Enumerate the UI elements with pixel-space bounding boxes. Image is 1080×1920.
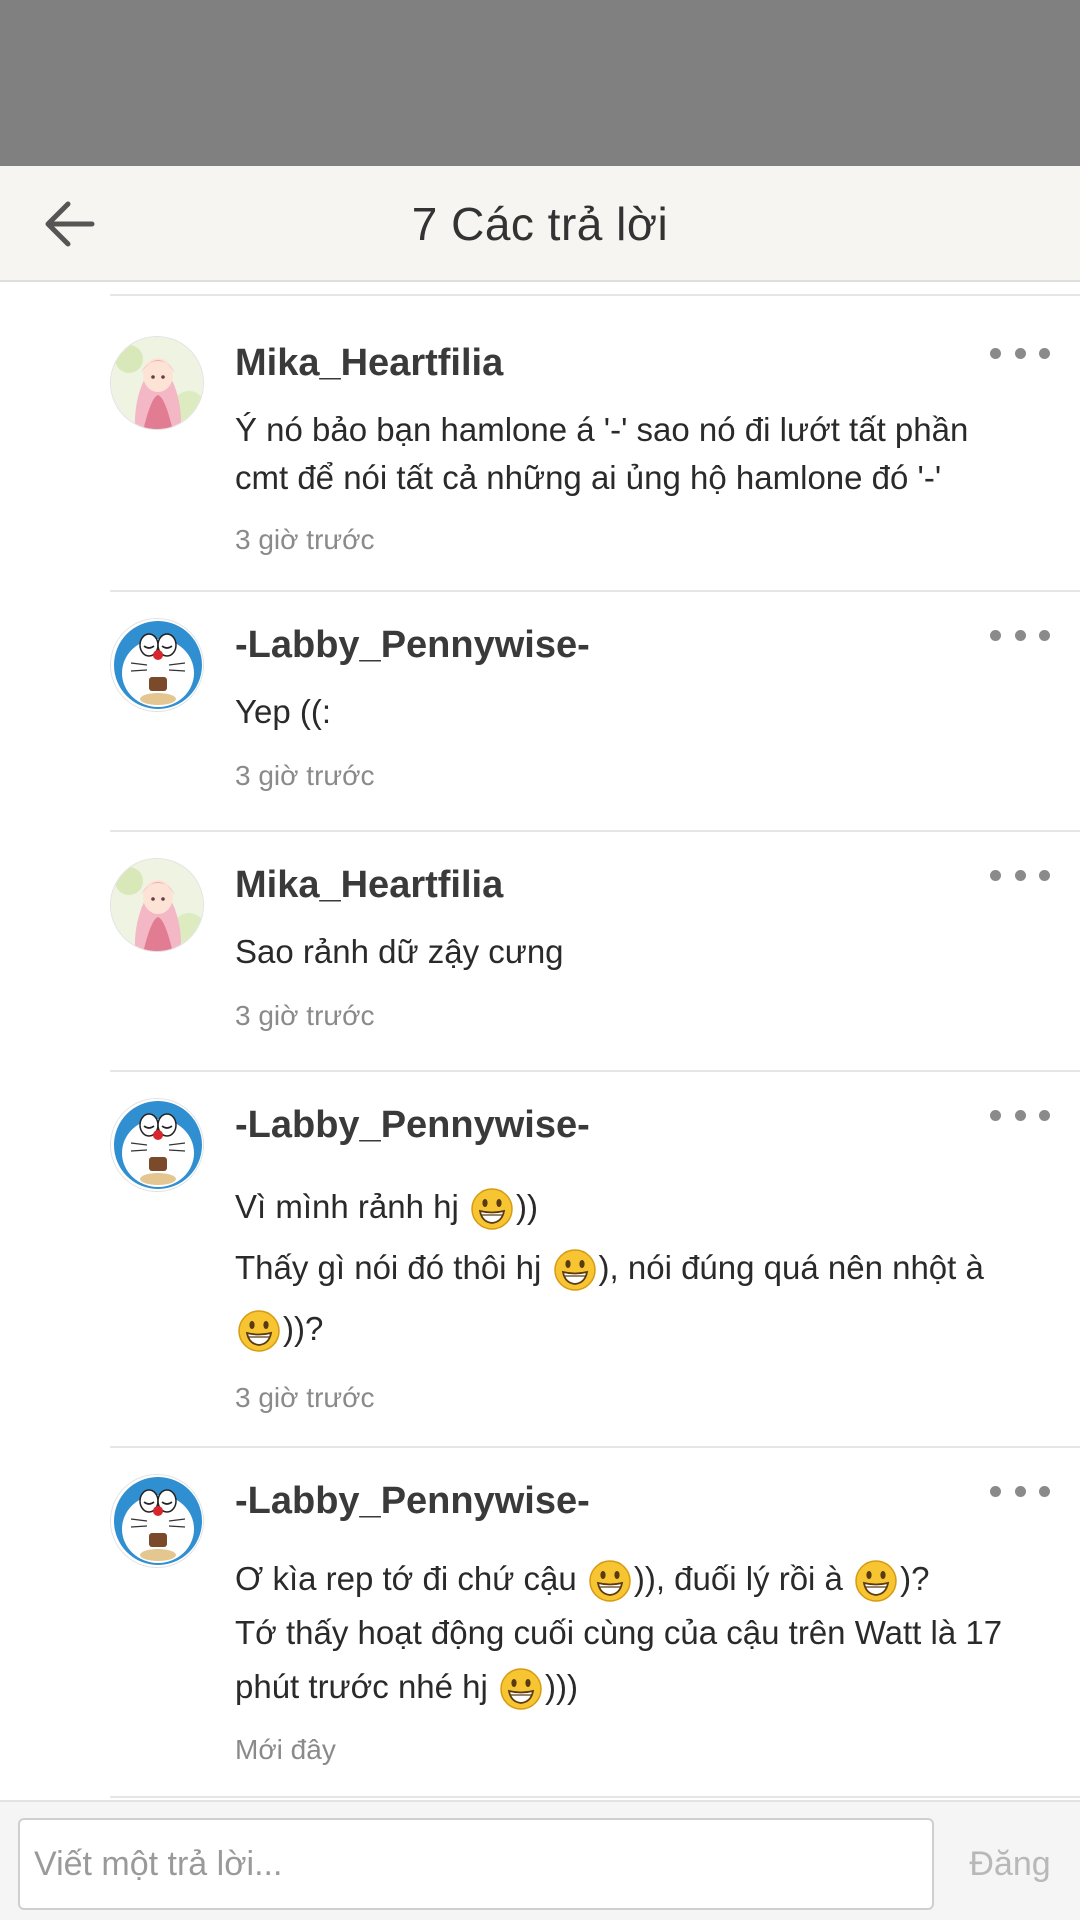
grinning-face-emoji (471, 1188, 513, 1231)
avatar[interactable] (110, 618, 204, 712)
more-options-button[interactable] (990, 338, 1050, 368)
comment-text-segment: Sao rảnh dữ zậy cưng (235, 933, 564, 970)
comment-text-segment: )) (515, 1188, 538, 1225)
comment-text-segment: Ý nó bảo bạn hamlone á '-' sao nó đi lướ… (235, 411, 969, 448)
divider (110, 1796, 1080, 1798)
comment-text-segment: Vì mình rảnh hj (235, 1188, 468, 1225)
comment-text-segment: )? (900, 1560, 930, 1597)
comment-list[interactable]: Mika_Heartfilia Ý nó bảo bạn hamlone á '-… (0, 284, 1080, 1798)
status-bar (0, 0, 1080, 166)
comment-username[interactable]: Mika_Heartfilia (235, 342, 503, 385)
comment-text-segment: Thấy gì nói đó thôi hj (235, 1249, 551, 1286)
comment-username[interactable]: -Labby_Pennywise- (235, 1480, 590, 1523)
comment-timestamp: 3 giờ trước (235, 524, 375, 555)
comment-item: Mika_Heartfilia Ý nó bảo bạn hamlone á '-… (0, 296, 1080, 592)
post-button[interactable]: Đăng (955, 1818, 1065, 1910)
comment-timestamp: 3 giờ trước (235, 760, 375, 791)
comment-timestamp: Mới đây (235, 1734, 336, 1765)
comment-text: Ý nó bảo bạn hamlone á '-' sao nó đi lướ… (235, 406, 1035, 502)
reply-input[interactable] (18, 1818, 934, 1910)
grinning-face-emoji (500, 1668, 542, 1711)
comment-item: -Labby_Pennywise- Yep ((: 3 giờ trước (0, 592, 1080, 832)
comment-text-segment: Ơ kìa rep tớ đi chứ cậu (235, 1560, 586, 1597)
comment-username[interactable]: -Labby_Pennywise- (235, 624, 590, 667)
more-options-button[interactable] (990, 620, 1050, 650)
more-options-button[interactable] (990, 1476, 1050, 1506)
avatar[interactable] (110, 1098, 204, 1192)
comment-text-segment: ), nói đúng quá nên nhột à (598, 1249, 984, 1286)
comment-username[interactable]: Mika_Heartfilia (235, 864, 503, 907)
comment-text: Sao rảnh dữ zậy cưng (235, 928, 1035, 976)
comment-username[interactable]: -Labby_Pennywise- (235, 1104, 590, 1147)
grinning-face-emoji (553, 1249, 596, 1292)
more-options-button[interactable] (990, 860, 1050, 890)
grinning-face-emoji (855, 1560, 897, 1603)
comment-text-segment: phút trước nhé hj (235, 1668, 498, 1705)
avatar[interactable] (110, 858, 204, 952)
more-options-button[interactable] (990, 1100, 1050, 1130)
comment-text: Vì mình rảnh hj )) Thấy gì nói đó thôi hj… (235, 1176, 1035, 1359)
comment-text: Ơ kìa rep tớ đi chứ cậu )), đuối lý rồi … (235, 1552, 1035, 1714)
avatar[interactable] (110, 1474, 204, 1568)
reply-bar: Đăng (0, 1800, 1080, 1920)
comment-text-segment: ))? (283, 1310, 324, 1347)
more-dots-icon (990, 629, 1050, 641)
avatar[interactable] (110, 336, 204, 430)
comment-text-segment: ))) (545, 1668, 579, 1705)
grinning-face-emoji (238, 1310, 280, 1353)
more-dots-icon (990, 869, 1050, 881)
more-dots-icon (990, 1485, 1050, 1497)
header-bar: 7 Các trả lời (0, 166, 1080, 282)
comment-item: -Labby_Pennywise- Vì mình rảnh hj )) Thấy … (0, 1072, 1080, 1448)
comment-text: Yep ((: (235, 688, 1035, 736)
comment-text-segment: cmt để nói tất cả những ai ủng hộ hamlon… (235, 459, 942, 496)
comment-text-segment: )), đuối lý rồi à (633, 1560, 853, 1597)
comment-text-segment: Tớ thấy hoạt động cuối cùng của cậu trên… (235, 1614, 1003, 1651)
more-dots-icon (990, 1109, 1050, 1121)
comment-item: -Labby_Pennywise- Ơ kìa rep tớ đi chứ cậu… (0, 1448, 1080, 1798)
comment-timestamp: 3 giờ trước (235, 1000, 375, 1031)
more-dots-icon (990, 347, 1050, 359)
page-title: 7 Các trả lời (411, 198, 669, 250)
comment-item: Mika_Heartfilia Sao rảnh dữ zậy cưng 3 giờ… (0, 832, 1080, 1072)
comment-text-segment: Yep ((: (235, 693, 332, 730)
comment-timestamp: 3 giờ trước (235, 1382, 375, 1413)
grinning-face-emoji (589, 1560, 631, 1603)
